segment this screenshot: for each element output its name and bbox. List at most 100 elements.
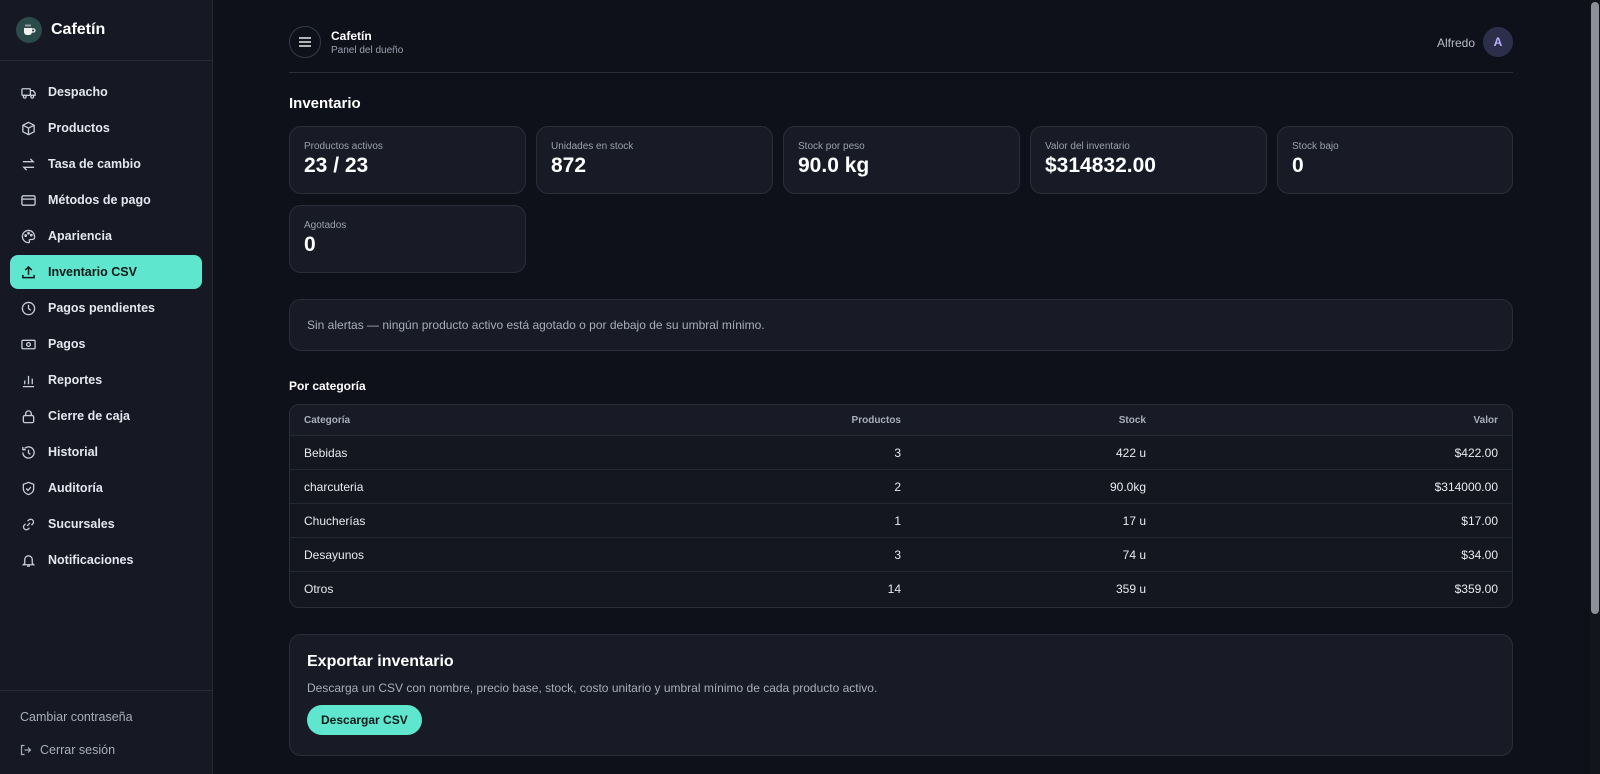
sidebar-item-label: Cierre de caja: [48, 409, 130, 423]
cell-valor: $422.00: [1454, 445, 1498, 460]
bell-icon: [20, 552, 36, 568]
stat-value: 872: [551, 154, 587, 177]
sidebar-item-label: Reportes: [48, 373, 103, 387]
cell-productos: 3: [894, 445, 901, 460]
sidebar-item-label: Pagos: [48, 337, 86, 351]
avatar[interactable]: A: [1483, 27, 1513, 57]
brand[interactable]: Cafetín: [0, 0, 212, 61]
sidebar-item-label: Productos: [48, 121, 110, 135]
sidebar-item-label: Apariencia: [48, 229, 112, 243]
sidebar-item-label: Notificaciones: [48, 553, 134, 567]
download-csv-button[interactable]: Descargar CSV: [307, 705, 422, 735]
sidebar-item-label: Sucursales: [48, 517, 115, 531]
page-title: Inventario: [289, 95, 361, 112]
change-password-label: Cambiar contraseña: [20, 710, 133, 724]
cell-valor: $34.00: [1461, 547, 1498, 562]
stat-card-valor-del-inventario: Valor del inventario $314832.00: [1030, 126, 1267, 194]
sidebar-item-reportes[interactable]: Reportes: [10, 363, 202, 397]
column-header-valor: Valor: [1473, 414, 1498, 426]
stat-card-productos-activos: Productos activos 23 / 23: [289, 126, 526, 194]
logout-link[interactable]: Cerrar sesión: [20, 740, 192, 760]
brand-name: Cafetín: [51, 21, 106, 38]
sidebar-item-label: Pagos pendientes: [48, 301, 155, 315]
sidebar-footer: Cambiar contraseña Cerrar sesión: [0, 690, 212, 774]
header-title: Cafetín: [331, 29, 372, 43]
lock-icon: [20, 408, 36, 424]
cell-valor: $359.00: [1454, 582, 1498, 596]
swap-icon: [20, 156, 36, 172]
cell-categoria: Chucherías: [304, 513, 366, 528]
menu-button[interactable]: [289, 26, 321, 58]
cell-productos: 2: [894, 479, 901, 494]
export-title: Exportar inventario: [307, 653, 454, 670]
history-icon: [20, 444, 36, 460]
column-header-categoria: Categoría: [304, 414, 351, 426]
table-row: Bebidas 3 422 u $422.00: [290, 436, 1512, 470]
table-header-row: Categoría Productos Stock Valor: [290, 405, 1512, 436]
sidebar-item-tasa-de-cambio[interactable]: Tasa de cambio: [10, 147, 202, 181]
cell-stock: 74 u: [1122, 547, 1146, 562]
export-panel: Exportar inventario Descarga un CSV con …: [289, 634, 1513, 756]
column-header-stock: Stock: [1118, 414, 1146, 426]
scrollbar-thumb[interactable]: [1591, 2, 1599, 614]
stat-value: 0: [304, 233, 316, 256]
sidebar-item-label: Auditoría: [48, 481, 103, 495]
sidebar-item-cierre-de-caja[interactable]: Cierre de caja: [10, 399, 202, 433]
cell-productos: 14: [887, 582, 901, 596]
sidebar-item-sucursales[interactable]: Sucursales: [10, 507, 202, 541]
stat-value: $314832.00: [1045, 154, 1156, 177]
stat-card-unidades-en-stock: Unidades en stock 872: [536, 126, 773, 194]
alert-text: Sin alertas — ningún producto activo est…: [307, 318, 765, 332]
upload-icon: [20, 264, 36, 280]
credit-card-icon: [20, 192, 36, 208]
sidebar-item-auditoria[interactable]: Auditoría: [10, 471, 202, 505]
sidebar-item-label: Historial: [48, 445, 99, 459]
sidebar-item-historial[interactable]: Historial: [10, 435, 202, 469]
sidebar-nav: Despacho Productos Tasa de cambio Método…: [0, 61, 212, 577]
sidebar-item-label: Despacho: [48, 85, 108, 99]
stat-value: 23 / 23: [304, 154, 369, 177]
table-row: Otros 14 359 u $359.00: [290, 572, 1512, 606]
table-row: charcuteria 2 90.0kg $314000.00: [290, 470, 1512, 504]
stat-card-stock-por-peso: Stock por peso 90.0 kg: [783, 126, 1020, 194]
logout-label: Cerrar sesión: [40, 743, 116, 757]
page-scrollbar[interactable]: [1590, 0, 1600, 774]
cell-stock: 90.0kg: [1109, 479, 1146, 494]
stat-label: Agotados: [304, 220, 347, 231]
stat-card-agotados: Agotados 0: [289, 205, 526, 273]
stat-value: 0: [1292, 154, 1304, 177]
sidebar-item-notificaciones[interactable]: Notificaciones: [10, 543, 202, 577]
cell-stock: 359 u: [1115, 582, 1146, 596]
cell-categoria: Desayunos: [304, 547, 365, 562]
user-name[interactable]: Alfredo: [1437, 36, 1475, 50]
palette-icon: [20, 228, 36, 244]
sidebar: Cafetín Despacho Productos Tasa de cambi…: [0, 0, 213, 774]
category-table: Categoría Productos Stock Valor Bebidas …: [289, 404, 1513, 608]
column-header-productos: Productos: [851, 414, 901, 426]
cell-valor: $314000.00: [1434, 479, 1498, 494]
cell-categoria: Otros: [304, 582, 334, 596]
sidebar-item-inventario-csv[interactable]: Inventario CSV: [10, 255, 202, 289]
shield-icon: [20, 480, 36, 496]
cell-categoria: Bebidas: [304, 445, 348, 460]
sidebar-item-label: Métodos de pago: [48, 193, 151, 207]
cell-productos: 3: [894, 547, 901, 562]
cell-categoria: charcuteria: [304, 479, 364, 494]
table-row: Desayunos 3 74 u $34.00: [290, 538, 1512, 572]
export-description: Descarga un CSV con nombre, precio base,…: [307, 681, 878, 695]
stat-label: Valor del inventario: [1045, 141, 1130, 152]
link-icon: [20, 516, 36, 532]
change-password-link[interactable]: Cambiar contraseña: [20, 707, 192, 727]
stat-label: Stock por peso: [798, 141, 865, 152]
top-header: Cafetín Panel del dueño Alfredo A: [289, 26, 1513, 73]
cell-stock: 422 u: [1115, 445, 1146, 460]
sidebar-item-apariencia[interactable]: Apariencia: [10, 219, 202, 253]
sidebar-item-productos[interactable]: Productos: [10, 111, 202, 145]
sidebar-item-despacho[interactable]: Despacho: [10, 75, 202, 109]
sidebar-item-pagos[interactable]: Pagos: [10, 327, 202, 361]
sidebar-item-pagos-pendientes[interactable]: Pagos pendientes: [10, 291, 202, 325]
hamburger-icon: [299, 37, 311, 47]
sidebar-item-metodos-de-pago[interactable]: Métodos de pago: [10, 183, 202, 217]
cell-productos: 1: [894, 513, 901, 528]
box-icon: [20, 120, 36, 136]
